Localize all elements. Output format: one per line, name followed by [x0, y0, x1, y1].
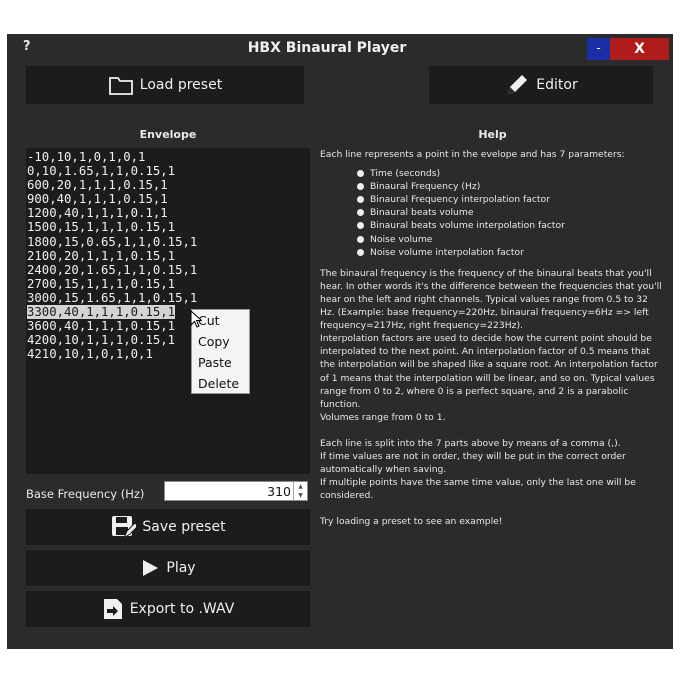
envelope-line[interactable]: 2100,20,1,1,1,0.15,1 — [26, 249, 197, 263]
envelope-line-text: 3600,40,1,1,1,0.15,1 — [27, 319, 176, 334]
help-intro: Each line represents a point in the evel… — [320, 149, 625, 160]
editor-label: Editor — [536, 77, 578, 93]
spin-up-icon[interactable]: ▲ — [294, 482, 307, 491]
help-paragraph: Volumes range from 0 to 1. — [320, 411, 446, 423]
save-preset-label: Save preset — [142, 519, 226, 535]
save-icon — [110, 514, 137, 540]
envelope-line[interactable]: 1500,15,1,1,1,0.15,1 — [26, 220, 197, 234]
mouse-cursor-icon — [190, 309, 203, 332]
base-frequency-label: Base Frequency (Hz) — [26, 487, 145, 501]
close-button[interactable]: X — [610, 38, 669, 60]
envelope-line[interactable]: 900,40,1,1,1,0.15,1 — [26, 192, 197, 206]
export-icon — [102, 597, 124, 621]
title-bar: ? HBX Binaural Player - X — [7, 34, 673, 60]
envelope-line[interactable]: 2700,15,1,1,1,0.15,1 — [26, 277, 197, 291]
help-paragraph: Interpolation factors are used to decide… — [320, 333, 658, 410]
context-paste[interactable]: Paste — [192, 352, 249, 373]
export-wav-label: Export to .WAV — [129, 601, 235, 617]
load-preset-label: Load preset — [139, 77, 223, 93]
base-frequency-input[interactable]: 310 ▲ ▼ — [164, 481, 308, 501]
param-item: Noise volume — [320, 233, 665, 246]
envelope-line[interactable]: 4210,10,1,0,1,0,1 — [26, 347, 197, 361]
envelope-line-text: 3000,15,1.65,1,1,0.15,1 — [27, 290, 198, 305]
envelope-line-text: 1500,15,1,1,1,0.15,1 — [27, 220, 176, 235]
envelope-line[interactable]: 4200,10,1,1,1,0.15,1 — [26, 333, 197, 347]
play-button[interactable]: Play — [26, 550, 310, 586]
envelope-line[interactable]: 1800,15,0.65,1,1,0.15,1 — [26, 235, 197, 249]
save-preset-button[interactable]: Save preset — [26, 509, 310, 545]
param-item: Binaural Frequency (Hz) — [320, 180, 665, 193]
envelope-line[interactable]: 2400,20,1.65,1,1,0.15,1 — [26, 263, 197, 277]
help-paragraph: If time values are not in order, they wi… — [320, 450, 626, 476]
folder-icon — [108, 74, 134, 96]
envelope-line-text: -10,10,1,0,1,0,1 — [27, 150, 146, 164]
envelope-editor[interactable]: -10,10,1,0,1,0,1 0,10,1.65,1,1,0.15,1 600,… — [26, 148, 310, 474]
envelope-heading: Envelope — [139, 128, 197, 141]
play-label: Play — [166, 560, 196, 576]
pencil-icon — [504, 72, 530, 98]
envelope-line[interactable]: 600,20,1,1,1,0.15,1 — [26, 178, 197, 192]
envelope-lines: -10,10,1,0,1,0,1 0,10,1.65,1,1,0.15,1 600,… — [26, 150, 197, 361]
base-frequency-value: 310 — [267, 484, 291, 499]
envelope-line[interactable]: 1200,40,1,1,1,0.1,1 — [26, 206, 197, 220]
param-item: Noise volume interpolation factor — [320, 246, 665, 259]
export-wav-button[interactable]: Export to .WAV — [26, 591, 310, 627]
envelope-line[interactable]: 0,10,1.65,1,1,0.15,1 — [26, 164, 197, 178]
param-item: Binaural beats volume — [320, 206, 665, 219]
frequency-spinner[interactable]: ▲ ▼ — [293, 482, 307, 500]
envelope-line-text: 4210,10,1,0,1,0,1 — [27, 347, 153, 362]
help-panel: Each line represents a point in the evel… — [320, 148, 665, 528]
envelope-line-text: 0,10,1.65,1,1,0.15,1 — [27, 164, 176, 179]
envelope-line-text: 2700,15,1,1,1,0.15,1 — [27, 276, 176, 291]
envelope-line[interactable]: -10,10,1,0,1,0,1 — [26, 150, 197, 164]
context-delete[interactable]: Delete — [192, 373, 249, 394]
play-icon — [140, 558, 160, 578]
envelope-line-text: 2100,20,1,1,1,0.15,1 — [27, 248, 176, 263]
help-paragraph: Try loading a preset to see an example! — [320, 516, 503, 528]
context-copy[interactable]: Copy — [192, 331, 249, 352]
spin-down-icon[interactable]: ▼ — [294, 491, 307, 500]
envelope-line-text: 2400,20,1.65,1,1,0.15,1 — [27, 262, 198, 277]
help-heading: Help — [478, 128, 507, 141]
window-title: HBX Binaural Player — [247, 40, 407, 56]
help-paragraph: If multiple points have the same time va… — [320, 477, 636, 502]
envelope-line[interactable]: 3600,40,1,1,1,0.15,1 — [26, 319, 197, 333]
param-list: Time (seconds) Binaural Frequency (Hz) B… — [320, 167, 665, 259]
help-paragraph: The binaural frequency is the frequency … — [320, 267, 662, 332]
envelope-line-text: 900,40,1,1,1,0.15,1 — [27, 192, 168, 207]
envelope-line-text: 600,20,1,1,1,0.15,1 — [27, 178, 168, 193]
envelope-line[interactable]: 3300,40,1,1,1,0.15,1 — [26, 305, 197, 320]
param-item: Binaural beats volume interpolation fact… — [320, 219, 665, 232]
envelope-line-text: 4200,10,1,1,1,0.15,1 — [27, 333, 176, 348]
envelope-line-text: 1800,15,0.65,1,1,0.15,1 — [27, 234, 198, 249]
editor-button[interactable]: Editor — [429, 66, 653, 104]
minimize-button[interactable]: - — [587, 38, 610, 60]
load-preset-button[interactable]: Load preset — [26, 66, 304, 104]
envelope-line-text: 3300,40,1,1,1,0.15,1 — [27, 305, 176, 320]
param-item: Binaural Frequency interpolation factor — [320, 193, 665, 206]
envelope-line-text: 1200,40,1,1,1,0.1,1 — [27, 206, 168, 221]
help-paragraph: Each line is split into the 7 parts abov… — [320, 437, 621, 449]
param-item: Time (seconds) — [320, 167, 665, 180]
app-window: ? HBX Binaural Player - X Load preset Ed… — [7, 34, 673, 649]
envelope-line[interactable]: 3000,15,1.65,1,1,0.15,1 — [26, 291, 197, 305]
